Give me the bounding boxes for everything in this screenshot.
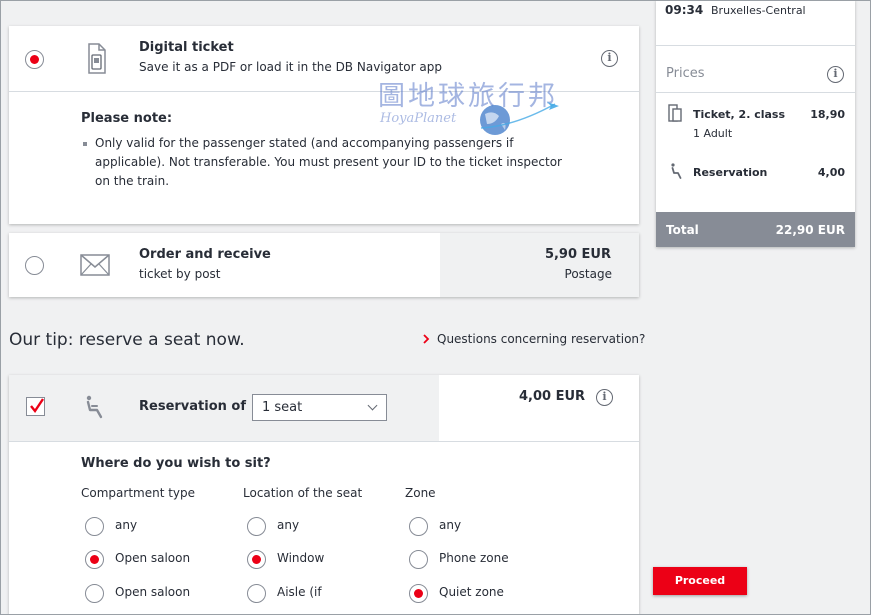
passenger-count: 1 Adult (693, 127, 733, 140)
compartment-any-radio[interactable] (85, 517, 104, 536)
option-label: any (115, 518, 138, 532)
note-line: applicable). Not transferable. You must … (95, 155, 562, 169)
prices-heading: Prices (666, 66, 705, 81)
info-icon[interactable]: i (601, 50, 618, 67)
ticket-price: 18,90 (810, 108, 845, 121)
option-label: any (277, 518, 300, 532)
option-label: Open saloon (115, 585, 191, 599)
post-ticket-title: Order and receive (139, 247, 271, 262)
column-heading: Zone (405, 486, 436, 500)
divider (656, 92, 855, 93)
reservation-summary-price: 4,00 (817, 166, 845, 179)
ticket-label: Ticket, 2. class (693, 108, 786, 121)
note-line: on the train. (95, 174, 170, 188)
questions-link[interactable]: Questions concerning reservation? (437, 332, 645, 346)
column-heading: Location of the seat (243, 486, 363, 500)
compartment-open-saloon-radio[interactable] (85, 550, 104, 569)
checkmark-icon (30, 398, 44, 414)
option-label: Window (277, 551, 325, 565)
option-label: Aisle (if (277, 585, 322, 599)
seat-icon (671, 163, 682, 179)
reservation-price: 4,00 EUR (519, 389, 586, 404)
compartment-open-saloon-2-radio[interactable] (85, 584, 104, 603)
reservation-label: Reservation of (139, 399, 247, 414)
digital-ticket-radio[interactable] (25, 50, 44, 69)
reservation-checkbox[interactable] (26, 397, 45, 416)
station-name: Bruxelles-Central (711, 4, 806, 17)
seat-icon (86, 395, 103, 419)
option-label: Quiet zone (439, 585, 504, 599)
proceed-button[interactable]: Proceed (653, 567, 747, 595)
info-icon[interactable]: i (827, 66, 844, 83)
globe-plane-icon (480, 102, 559, 135)
total-value: 22,90 EUR (775, 223, 845, 237)
seat-question: Where do you wish to sit? (81, 456, 271, 471)
info-icon[interactable]: i (596, 389, 613, 406)
post-price-panel: 5,90 EUR Postage (440, 233, 639, 297)
phone-ticket-icon (88, 43, 106, 74)
location-any-radio[interactable] (247, 517, 266, 536)
digital-ticket-title: Digital ticket (139, 40, 234, 55)
note-line: Only valid for the passenger stated (and… (95, 136, 514, 150)
chevron-right-icon (423, 334, 430, 344)
option-label: any (439, 518, 462, 532)
post-price-label: Postage (564, 267, 612, 281)
location-window-radio[interactable] (247, 550, 266, 569)
digital-ticket-subtitle: Save it as a PDF or load it in the DB Na… (139, 60, 442, 74)
tip-heading: Our tip: reserve a seat now. (9, 330, 245, 350)
post-ticket-subtitle: ticket by post (139, 267, 221, 281)
option-label: Open saloon (115, 551, 191, 565)
watermark-english: HoyaPlanet (380, 111, 457, 126)
sidebar-summary: 09:34 Bruxelles-Central Prices i Ticket,… (656, 0, 855, 247)
zone-phone-radio[interactable] (409, 550, 428, 569)
ticket-icon (668, 104, 682, 122)
option-label: Phone zone (439, 551, 509, 565)
note-heading: Please note: (81, 111, 173, 126)
zone-any-radio[interactable] (409, 517, 428, 536)
seat-count-value: 1 seat (262, 400, 303, 415)
divider (9, 441, 639, 442)
envelope-icon (80, 254, 110, 276)
departure-time: 09:34 (665, 3, 704, 17)
total-label: Total (666, 223, 699, 237)
reservation-summary-label: Reservation (693, 166, 768, 179)
chevron-down-icon (367, 400, 378, 411)
seat-count-select[interactable]: 1 seat (252, 394, 387, 421)
total-bar: Total 22,90 EUR (656, 212, 855, 247)
post-ticket-radio[interactable] (25, 256, 44, 275)
bullet (83, 142, 87, 146)
post-ticket-card: Order and receive ticket by post 5,90 EU… (9, 233, 639, 297)
zone-quiet-radio[interactable] (409, 584, 428, 603)
post-price: 5,90 EUR (544, 247, 611, 262)
divider (656, 45, 855, 46)
column-heading: Compartment type (81, 486, 196, 500)
location-aisle-radio[interactable] (247, 584, 266, 603)
